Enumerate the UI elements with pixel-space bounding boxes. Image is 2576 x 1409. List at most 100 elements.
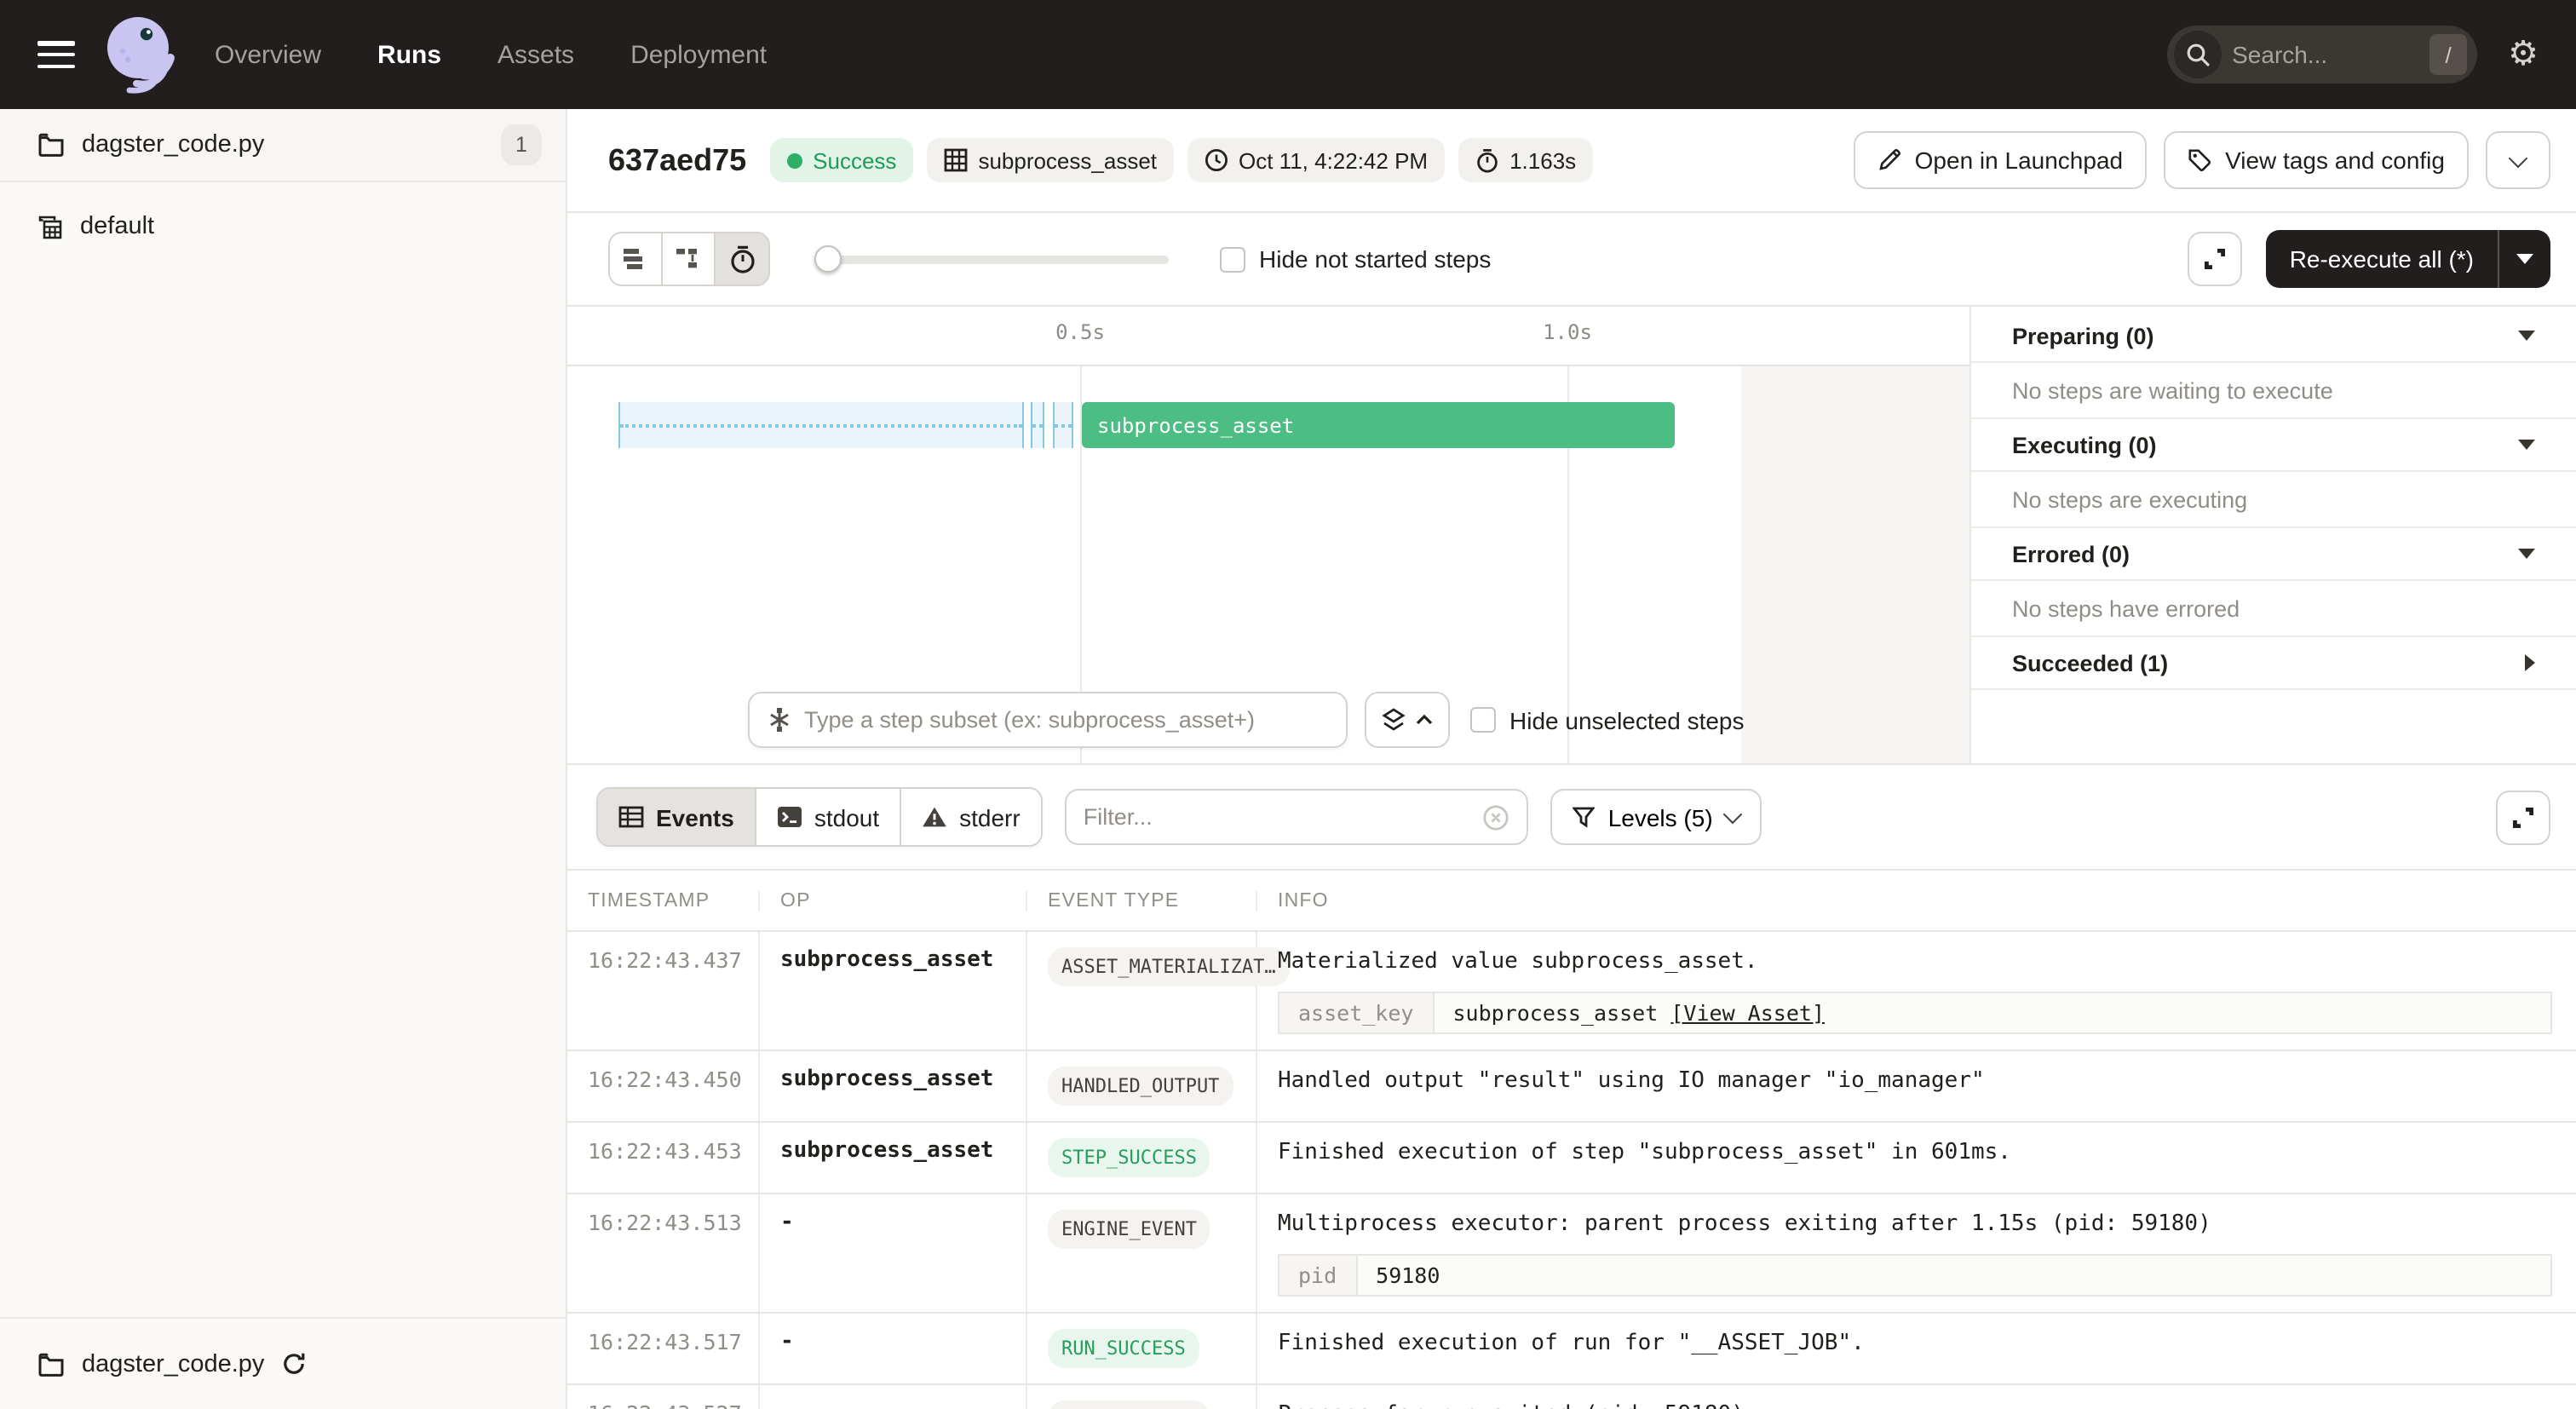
event-log-table: TIMESTAMP OP EVENT TYPE INFO 16:22:43.43… — [567, 869, 2576, 1409]
tab-events[interactable]: Events — [598, 789, 756, 845]
events-section: Events stdout stderr — [567, 763, 2576, 1409]
event-type-badge: RUN_SUCCESS — [1048, 1329, 1199, 1368]
reexecute-dropdown-button[interactable] — [2499, 230, 2550, 288]
search-icon — [2174, 31, 2222, 78]
terminal-icon — [777, 806, 802, 828]
clear-filter-icon[interactable] — [1482, 803, 1509, 831]
nav-item-assets[interactable]: Assets — [497, 40, 574, 69]
waterfall-view-button[interactable] — [663, 233, 716, 285]
logs-fullscreen-button[interactable] — [2496, 790, 2550, 844]
gantt-zoom-slider[interactable] — [814, 245, 1169, 273]
event-timestamp: 16:22:43.513 — [567, 1194, 760, 1312]
timing-view-button[interactable] — [716, 233, 768, 285]
nav-item-deployment[interactable]: Deployment — [630, 40, 767, 69]
flat-view-button[interactable] — [610, 233, 663, 285]
dagster-run-page: Overview Runs Assets Deployment / ⚙ dags — [0, 0, 2576, 1409]
panel-section-executing[interactable]: Executing (0) — [1971, 419, 2576, 472]
levels-filter-button[interactable]: Levels (5) — [1550, 789, 1762, 845]
event-op: subprocess_asset — [760, 1123, 1027, 1193]
event-op: subprocess_asset — [760, 1051, 1027, 1121]
asset-tag-chip[interactable]: subprocess_asset — [927, 138, 1174, 182]
chevron-down-icon — [1723, 805, 1743, 825]
panel-section-succeeded[interactable]: Succeeded (1) — [1971, 637, 2576, 690]
table-row[interactable]: 16:22:43.450 subprocess_asset HANDLED_OU… — [567, 1051, 2576, 1123]
panel-section-preparing[interactable]: Preparing (0) — [1971, 310, 2576, 363]
event-type-badge: ENGINE_EVENT — [1048, 1400, 1210, 1409]
status-badge: Success — [770, 138, 913, 182]
warning-icon — [922, 806, 947, 828]
event-timestamp: 16:22:43.437 — [567, 932, 760, 1050]
hamburger-menu-icon[interactable] — [37, 41, 75, 68]
dagster-logo-icon[interactable] — [102, 14, 177, 95]
event-op: - — [760, 1314, 1027, 1383]
col-header-info: INFO — [1257, 890, 2576, 911]
event-type-badge: ASSET_MATERIALIZAT… — [1048, 947, 1290, 986]
events-toolbar: Events stdout stderr — [567, 765, 2576, 869]
after-run-shade — [1741, 366, 1969, 763]
log-filter-box[interactable] — [1065, 789, 1528, 845]
metadata-key: pid — [1279, 1256, 1357, 1295]
refresh-icon[interactable] — [281, 1351, 307, 1377]
step-subset-inputbox[interactable] — [748, 692, 1348, 748]
nav-item-overview[interactable]: Overview — [215, 40, 321, 69]
sidebar-footer: dagster_code.py — [0, 1317, 566, 1409]
gear-icon[interactable]: ⚙ — [2508, 37, 2539, 72]
event-info: Process for run exited (pid: 59180). — [1278, 1400, 2556, 1409]
hide-unselected-checkbox-row[interactable]: Hide unselected steps — [1470, 706, 1745, 733]
gantt-toolbar: Hide not started steps Re-execute all (*… — [567, 213, 2576, 307]
log-filter-input[interactable] — [1084, 804, 1469, 830]
folder-icon — [37, 1352, 65, 1376]
panel-section-title: Preparing (0) — [2012, 323, 2154, 348]
table-row[interactable]: 16:22:43.453 subprocess_asset STEP_SUCCE… — [567, 1123, 2576, 1194]
slider-knob[interactable] — [814, 245, 842, 273]
event-timestamp: 16:22:43.517 — [567, 1314, 760, 1383]
sidebar-repo-header[interactable]: dagster_code.py 1 — [0, 109, 566, 182]
nav-item-runs[interactable]: Runs — [377, 40, 441, 69]
status-dot-icon — [787, 152, 802, 168]
log-tabs: Events stdout stderr — [596, 787, 1043, 847]
view-tags-config-button[interactable]: View tags and config — [2164, 131, 2469, 189]
gantt-fullscreen-button[interactable] — [2188, 232, 2242, 286]
metadata-value: subprocess_asset [View Asset] — [1434, 993, 2550, 1032]
hide-not-started-label: Hide not started steps — [1259, 245, 1491, 273]
layers-icon — [1382, 707, 1406, 733]
repo-count-badge: 1 — [501, 124, 542, 165]
step-subset-input[interactable] — [804, 707, 1329, 733]
funnel-icon — [1573, 806, 1595, 828]
panel-section-errored[interactable]: Errored (0) — [1971, 528, 2576, 581]
view-asset-link[interactable]: [View Asset] — [1670, 1000, 1825, 1026]
sidebar-item-default[interactable]: default — [0, 199, 566, 254]
chevron-down-icon — [2509, 148, 2528, 168]
tab-stderr[interactable]: stderr — [901, 789, 1041, 845]
axis-tick-0: 0.5s — [1055, 320, 1105, 344]
checkbox-icon[interactable] — [1470, 707, 1496, 733]
event-type-badge: HANDLED_OUTPUT — [1048, 1067, 1233, 1106]
tab-stdout[interactable]: stdout — [756, 789, 901, 845]
panel-section-title: Errored (0) — [2012, 541, 2130, 566]
global-search[interactable]: / — [2167, 26, 2477, 83]
event-op: - — [760, 1385, 1027, 1409]
metadata-value: 59180 — [1357, 1256, 2550, 1295]
checkbox-icon[interactable] — [1220, 246, 1245, 272]
repo-name: dagster_code.py — [82, 131, 264, 158]
open-in-launchpad-button[interactable]: Open in Launchpad — [1854, 131, 2147, 189]
table-row[interactable]: 16:22:43.517 - RUN_SUCCESS Finished exec… — [567, 1314, 2576, 1385]
search-input[interactable] — [2222, 41, 2429, 68]
graph-options-button[interactable] — [1365, 692, 1450, 748]
chevron-down-icon — [2518, 331, 2535, 341]
event-table-body: 16:22:43.437 subprocess_asset ASSET_MATE… — [567, 932, 2576, 1409]
reexecute-split-button: Re-execute all (*) — [2266, 230, 2550, 288]
event-timestamp: 16:22:43.450 — [567, 1051, 760, 1121]
reexecute-all-button[interactable]: Re-execute all (*) — [2266, 230, 2498, 288]
table-row[interactable]: 16:22:43.527 - ENGINE_EVENT Process for … — [567, 1385, 2576, 1409]
run-header-more-button[interactable] — [2486, 131, 2550, 189]
pencil-icon — [1877, 148, 1901, 172]
hide-not-started-checkbox-row[interactable]: Hide not started steps — [1220, 245, 1491, 273]
axis-tick-1: 1.0s — [1543, 320, 1592, 344]
op-selector-icon — [767, 707, 792, 733]
event-metadata-table: pid 59180 — [1278, 1254, 2552, 1297]
event-op: subprocess_asset — [760, 932, 1027, 1050]
table-row[interactable]: 16:22:43.513 - ENGINE_EVENT Multiprocess… — [567, 1194, 2576, 1314]
gantt-step-bar[interactable]: subprocess_asset — [1082, 402, 1675, 448]
table-row[interactable]: 16:22:43.437 subprocess_asset ASSET_MATE… — [567, 932, 2576, 1051]
